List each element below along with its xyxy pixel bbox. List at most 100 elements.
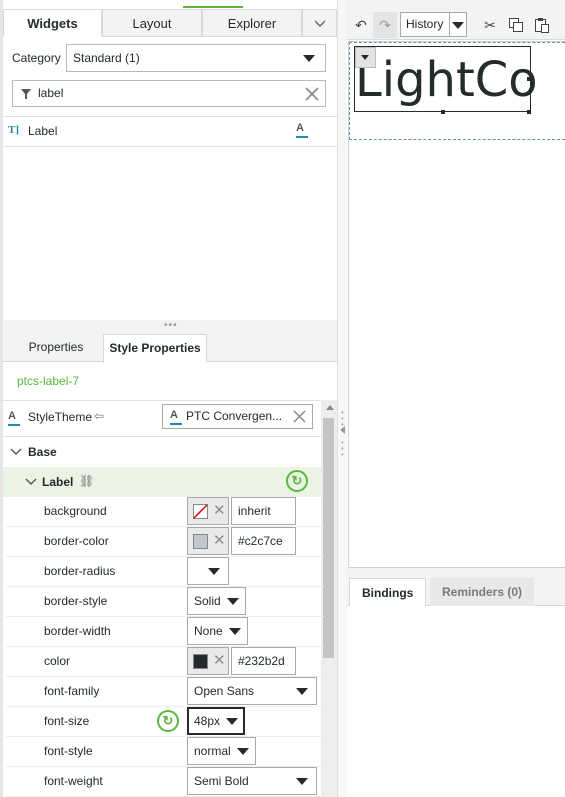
font-size-select[interactable]: 48px <box>187 707 245 735</box>
clear-icon[interactable]: ✕ <box>213 653 226 669</box>
selected-widget-id: ptcs-label-7 <box>17 374 80 388</box>
tab-widgets[interactable]: Widgets <box>3 9 102 37</box>
category-select[interactable]: Standard (1) <box>66 44 326 72</box>
property-row-font-weight: font-weight Semi Bold <box>6 767 324 797</box>
color-picker-button[interactable]: ✕ <box>187 647 229 675</box>
text-widget-icon: T] <box>8 124 19 136</box>
background-value-field[interactable]: inherit <box>231 497 296 525</box>
link-icon: ⇦ <box>94 409 105 423</box>
cut-button[interactable]: ✂ <box>478 12 502 38</box>
property-row-border-style: border-style Solid <box>6 587 324 617</box>
copy-button[interactable] <box>504 12 528 38</box>
style-theme-value-icon: A <box>170 409 182 425</box>
resize-handle[interactable] <box>441 110 445 114</box>
property-value: Open Sans <box>194 684 255 698</box>
style-theme-value: PTC Convergen... <box>186 409 283 423</box>
divider <box>3 400 337 401</box>
chevron-down-icon <box>314 20 326 27</box>
clear-icon[interactable]: ✕ <box>213 533 226 549</box>
chevron-down-icon <box>296 688 308 695</box>
font-style-select[interactable]: normal <box>187 737 256 765</box>
search-input[interactable]: label <box>38 81 63 106</box>
property-row-border-width: border-width None <box>6 617 324 647</box>
property-name: font-family <box>44 684 100 698</box>
tab-style-properties[interactable]: Style Properties <box>103 334 207 363</box>
property-name: border-width <box>44 624 111 638</box>
left-panel: Widgets Layout Explorer Category Standar… <box>0 0 337 797</box>
base-section-title: Base <box>28 445 57 459</box>
color-value-field[interactable]: #232b2d <box>231 647 296 675</box>
tab-reminders[interactable]: Reminders (0) <box>430 578 535 606</box>
chevron-down-icon <box>10 448 22 455</box>
undo-icon: ↶ <box>355 17 367 33</box>
panel-splitter[interactable]: ••• <box>3 320 337 334</box>
category-value: Standard (1) <box>73 51 140 65</box>
style-theme-icon: A <box>8 410 20 426</box>
chevron-down-icon <box>25 478 37 485</box>
property-value: Semi Bold <box>194 774 249 788</box>
resize-handle[interactable] <box>527 77 531 81</box>
panel-divider[interactable]: • • • • • • <box>337 0 347 797</box>
property-name: font-weight <box>44 774 103 788</box>
label-section-header[interactable]: Label ⛓ ↻ <box>3 467 321 497</box>
property-value: None <box>194 624 223 638</box>
color-swatch <box>193 654 208 669</box>
label-section-title: Label <box>42 475 74 489</box>
tab-explorer[interactable]: Explorer <box>202 9 302 37</box>
property-value: Solid <box>194 594 221 608</box>
widget-search-field[interactable]: label <box>12 80 326 107</box>
property-value: normal <box>194 744 231 758</box>
tab-properties[interactable]: Properties <box>14 334 98 362</box>
history-select[interactable]: History <box>400 12 467 37</box>
clear-icon[interactable] <box>293 410 306 423</box>
chevron-down-icon <box>452 22 464 29</box>
label-widget[interactable]: LightCo <box>354 46 538 112</box>
font-family-select[interactable]: Open Sans <box>187 677 317 705</box>
border-radius-select[interactable] <box>187 557 229 585</box>
refresh-icon[interactable]: ↻ <box>286 470 308 492</box>
copy-icon <box>509 18 523 32</box>
label-widget-text: LightCo <box>355 52 538 108</box>
chevron-down-icon <box>296 778 308 785</box>
tab-bindings[interactable]: Bindings <box>349 578 427 607</box>
font-weight-select[interactable]: Semi Bold <box>187 767 317 795</box>
clear-icon[interactable] <box>305 87 319 101</box>
style-icon[interactable]: A <box>296 122 308 138</box>
style-theme-label: StyleTheme <box>28 410 93 424</box>
bottom-gutter <box>347 568 565 578</box>
property-row-background: background ✕ inherit <box>6 497 324 527</box>
collapse-left-icon[interactable] <box>340 426 345 434</box>
widget-name: Label <box>28 124 58 138</box>
filter-icon <box>21 89 31 99</box>
paste-button[interactable] <box>530 12 554 38</box>
redo-button[interactable]: ↷ <box>373 12 397 38</box>
chevron-down-icon <box>208 568 220 575</box>
color-picker-button[interactable]: ✕ <box>187 527 229 555</box>
widget-menu-button[interactable] <box>355 47 376 68</box>
scrollbar-thumb[interactable] <box>323 418 334 658</box>
undo-button[interactable]: ↶ <box>349 12 373 38</box>
border-style-select[interactable]: Solid <box>187 587 246 615</box>
tabs-overflow-button[interactable] <box>302 9 337 37</box>
border-color-value-field[interactable]: #c2c7ce <box>231 527 296 555</box>
property-row-color: color ✕ #232b2d <box>6 647 324 677</box>
refresh-icon[interactable]: ↻ <box>157 710 179 732</box>
property-value: inherit <box>238 504 271 518</box>
property-value: #c2c7ce <box>238 534 283 548</box>
base-section-header[interactable]: Base <box>3 437 321 467</box>
style-theme-select[interactable]: A PTC Convergen... <box>162 404 313 429</box>
clear-icon[interactable]: ✕ <box>213 503 226 519</box>
divider <box>449 13 450 36</box>
property-name: color <box>44 654 71 668</box>
resize-handle[interactable] <box>527 110 531 114</box>
color-picker-button[interactable]: ✕ <box>187 497 229 525</box>
link-icon: ⛓ <box>79 474 95 488</box>
bindings-panel <box>347 606 565 797</box>
property-name: font-size <box>44 714 90 728</box>
property-value: 48px <box>194 714 221 728</box>
tab-layout[interactable]: Layout <box>102 9 202 37</box>
widget-list-item[interactable]: T] Label A <box>3 117 337 146</box>
scroll-up-icon[interactable] <box>326 405 334 410</box>
no-color-swatch-icon <box>193 504 208 519</box>
border-width-select[interactable]: None <box>187 617 248 645</box>
